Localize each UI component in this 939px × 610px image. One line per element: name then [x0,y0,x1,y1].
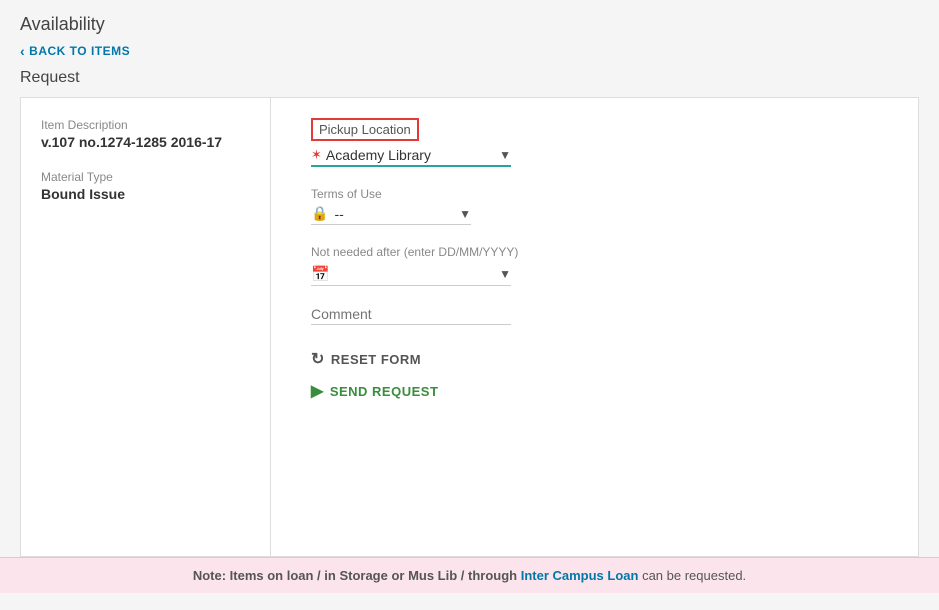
reset-form-button[interactable]: ↻ RESET FORM [311,349,421,369]
reset-label: RESET FORM [331,352,421,367]
material-type-value: Bound Issue [41,186,250,202]
inter-campus-loan-link[interactable]: Inter Campus Loan [521,568,639,583]
terms-dropdown-arrow-icon[interactable]: ▼ [459,207,471,221]
reset-icon: ↻ [311,349,325,369]
right-panel: Pickup Location ✶ Academy Library ▼ Term… [271,98,918,556]
item-description-label: Item Description [41,118,250,132]
pickup-dropdown[interactable]: ✶ Academy Library ▼ [311,147,511,167]
required-star: ✶ [311,147,322,163]
send-request-button[interactable]: ▶ SEND REQUEST [311,381,438,401]
back-to-items-link[interactable]: ‹ BACK TO ITEMS [20,43,919,59]
date-dropdown[interactable]: 📅 ▼ [311,265,511,286]
comment-input[interactable] [311,306,511,325]
lock-icon: 🔒 [311,205,328,222]
material-type-label: Material Type [41,170,250,184]
terms-of-use-label: Terms of Use [311,187,878,201]
left-panel: Item Description v.107 no.1274-1285 2016… [21,98,271,556]
page-container: Availability ‹ BACK TO ITEMS Request Ite… [0,0,939,557]
not-needed-section: Not needed after (enter DD/MM/YYYY) 📅 ▼ [311,245,878,286]
actions-section: ↻ RESET FORM ▶ SEND REQUEST [311,349,878,401]
terms-dropdown[interactable]: 🔒 -- ▼ [311,205,471,225]
form-card: Item Description v.107 no.1274-1285 2016… [20,97,919,557]
pickup-location-label: Pickup Location [311,118,419,141]
terms-of-use-value: -- [334,206,453,222]
request-title: Request [20,69,919,87]
item-description-value: v.107 no.1274-1285 2016-17 [41,134,250,150]
pickup-location-section: Pickup Location ✶ Academy Library ▼ [311,118,878,167]
calendar-icon: 📅 [311,265,330,283]
pickup-location-value: Academy Library [326,147,495,163]
not-needed-label: Not needed after (enter DD/MM/YYYY) [311,245,878,259]
back-label: BACK TO ITEMS [29,44,130,58]
comment-section [311,306,878,325]
date-dropdown-arrow-icon[interactable]: ▼ [499,267,511,281]
send-label: SEND REQUEST [330,384,439,399]
pickup-dropdown-arrow-icon[interactable]: ▼ [499,148,511,162]
note-bar: Note: Items on loan / in Storage or Mus … [0,557,939,593]
note-text-end: can be requested. [638,568,746,583]
note-text-start: Note: Items on loan / in Storage or Mus … [193,568,521,583]
chevron-left-icon: ‹ [20,43,25,59]
terms-of-use-section: Terms of Use 🔒 -- ▼ [311,187,878,225]
availability-title: Availability [20,14,919,35]
send-icon: ▶ [311,381,324,401]
